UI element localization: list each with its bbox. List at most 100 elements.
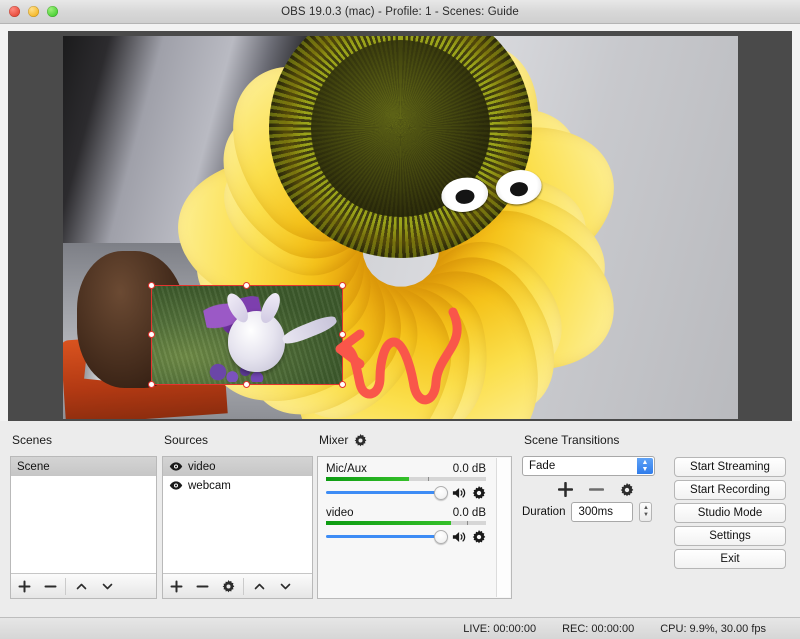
sources-list-box[interactable]: video webcam (162, 456, 313, 599)
scenes-toolbar (11, 573, 156, 598)
chevron-down-icon (280, 583, 290, 589)
controls-dock: Start Streaming Start Recording Studio M… (674, 457, 786, 569)
sources-toolbar-divider (243, 577, 244, 595)
volume-slider[interactable] (326, 530, 448, 544)
speaker-icon[interactable] (452, 486, 468, 500)
preview-canvas-area[interactable] (8, 31, 792, 421)
add-transition-button[interactable] (558, 482, 573, 497)
source-properties-button[interactable] (215, 575, 241, 598)
add-source-button[interactable] (163, 575, 189, 598)
remove-source-button[interactable] (189, 575, 215, 598)
scenes-list[interactable]: Scene (11, 457, 156, 573)
remove-transition-button[interactable] (589, 482, 604, 497)
sources-title: Sources (164, 433, 209, 447)
chevron-up-icon (254, 583, 264, 589)
mixer-channel-name: video (326, 507, 354, 519)
zoom-window-button[interactable] (47, 6, 58, 17)
mixer-settings-gear-icon[interactable] (354, 433, 367, 447)
move-source-down-button[interactable] (272, 575, 298, 598)
transition-select[interactable]: Fade ▲ ▼ (522, 456, 655, 476)
eye-right (493, 166, 545, 208)
mixer-channel-strip: Mic/Aux 0.0 dB (326, 463, 486, 500)
volume-meter-fill (326, 521, 451, 525)
eye-icon[interactable] (169, 480, 183, 491)
exit-button[interactable]: Exit (674, 549, 786, 569)
volume-slider-knob[interactable] (434, 486, 448, 500)
speaker-icon[interactable] (452, 530, 468, 544)
scenes-title: Scenes (12, 433, 53, 447)
window-controls (9, 6, 58, 17)
channel-settings-gear-icon[interactable] (472, 486, 486, 500)
mixer-scrollbar[interactable] (496, 458, 510, 597)
volume-slider-knob[interactable] (434, 530, 448, 544)
start-recording-button[interactable]: Start Recording (674, 480, 786, 500)
chevron-up-icon (76, 583, 86, 589)
sources-list[interactable]: video webcam (163, 457, 312, 573)
chevron-up-icon: ▲ (641, 459, 649, 466)
channel-settings-gear-icon[interactable] (472, 530, 486, 544)
close-window-button[interactable] (9, 6, 20, 17)
eye-left (439, 174, 491, 216)
remove-scene-button[interactable] (37, 575, 63, 598)
mixer-title: Mixer (319, 433, 349, 447)
live-timer: LIVE: 00:00:00 (463, 622, 537, 635)
duration-label: Duration (522, 506, 566, 518)
source-item-label: webcam (188, 479, 231, 492)
plus-icon (18, 580, 30, 592)
move-scene-up-button[interactable] (68, 575, 94, 598)
duration-stepper[interactable]: ▲ ▼ (639, 502, 653, 522)
transition-select-stepper-icon[interactable]: ▲ ▼ (637, 458, 653, 474)
window-title: OBS 19.0.3 (mac) - Profile: 1 - Scenes: … (281, 5, 519, 18)
duration-input[interactable]: 300ms (571, 502, 634, 522)
eye-icon[interactable] (169, 461, 183, 472)
duration-value: 300ms (578, 506, 613, 518)
docks-row: Scenes Scene Sources video webcam Mixer … (0, 421, 800, 617)
webcam-bunny-character (223, 290, 285, 373)
start-streaming-button[interactable]: Start Streaming (674, 457, 786, 477)
add-scene-button[interactable] (11, 575, 37, 598)
scene-canvas[interactable] (63, 36, 738, 419)
volume-slider[interactable] (326, 486, 448, 500)
studio-mode-button[interactable]: Studio Mode (674, 503, 786, 523)
chevron-down-icon (102, 583, 112, 589)
mixer-channel-name: Mic/Aux (326, 463, 367, 475)
chevron-down-icon: ▼ (642, 512, 649, 518)
cpu-usage: CPU: 9.9%, 30.00 fps (660, 622, 766, 635)
minimize-window-button[interactable] (28, 6, 39, 17)
mixer-dock: Mixer Mic/Aux 0.0 dB video 0.0 dB (317, 433, 522, 617)
source-item-label: video (188, 460, 216, 473)
mixer-channel-header: Mic/Aux 0.0 dB (326, 463, 486, 475)
move-source-up-button[interactable] (246, 575, 272, 598)
scenes-toolbar-divider (65, 577, 66, 595)
webcam-source-preview[interactable] (152, 286, 342, 384)
move-scene-down-button[interactable] (94, 575, 120, 598)
preview-container (0, 24, 800, 421)
scene-list-item[interactable]: Scene (11, 457, 156, 476)
source-list-item[interactable]: webcam (163, 476, 312, 495)
mixer-title-row: Mixer (319, 433, 522, 447)
mixer-channel-level: 0.0 dB (452, 507, 486, 519)
mixer-slider-row (326, 530, 486, 544)
plus-icon (170, 580, 182, 592)
mixer-channel-level: 0.0 dB (452, 463, 486, 475)
mixer-slider-row (326, 486, 486, 500)
mixer-channel-strip: video 0.0 dB (326, 507, 486, 544)
volume-slider-track (326, 535, 448, 538)
volume-meter-tick (466, 521, 468, 525)
rec-timer: REC: 00:00:00 (562, 622, 635, 635)
status-bar: LIVE: 00:00:00 REC: 00:00:00 CPU: 9.9%, … (0, 617, 800, 639)
volume-meter (326, 521, 486, 525)
scenes-list-box[interactable]: Scene (10, 456, 157, 599)
chevron-up-icon: ▲ (642, 505, 649, 511)
source-list-item[interactable]: video (163, 457, 312, 476)
settings-button[interactable]: Settings (674, 526, 786, 546)
transition-properties-gear-icon[interactable] (620, 482, 634, 497)
scene-transitions-title: Scene Transitions (524, 433, 620, 447)
transition-select-value: Fade (529, 460, 556, 472)
scene-item-label: Scene (17, 460, 50, 473)
sources-dock: Sources video webcam (162, 433, 317, 617)
mixer-channel-header: video 0.0 dB (326, 507, 486, 519)
sources-toolbar (163, 573, 312, 598)
title-bar: OBS 19.0.3 (mac) - Profile: 1 - Scenes: … (0, 0, 800, 24)
minus-icon (44, 585, 56, 587)
